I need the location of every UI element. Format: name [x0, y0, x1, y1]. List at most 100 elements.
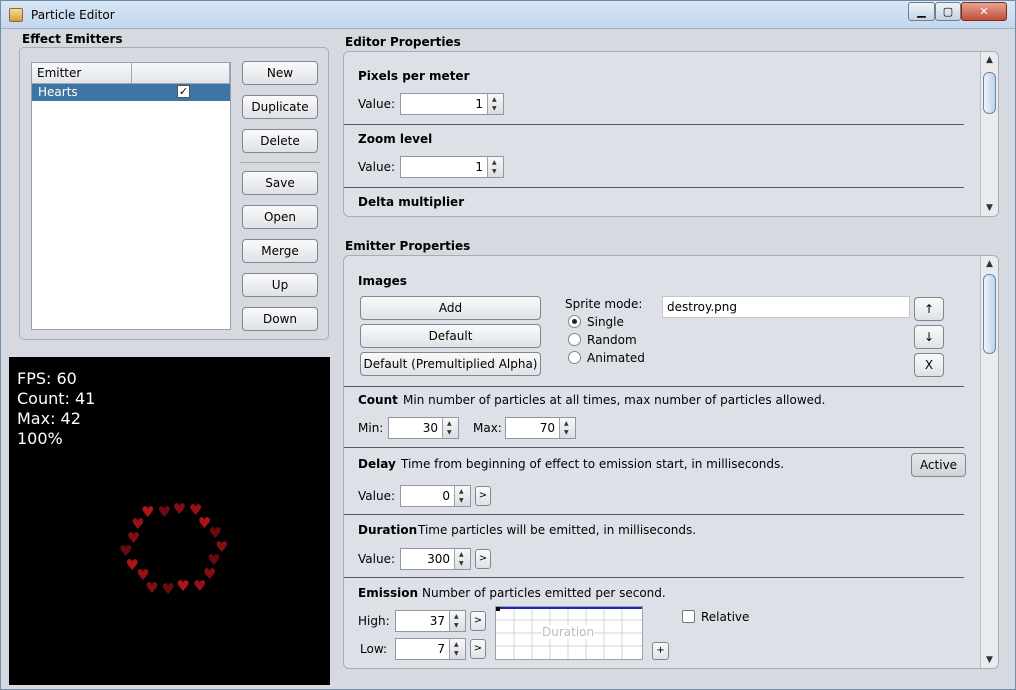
editor-properties-scrollbar[interactable]: ▲ ▼ — [980, 52, 998, 216]
pixels-per-meter-value: 1 — [475, 97, 483, 111]
scroll-thumb[interactable] — [983, 72, 996, 114]
spin-down-icon[interactable]: ▼ — [459, 497, 464, 504]
spinner-arrows[interactable]: ▲ ▼ — [449, 611, 465, 631]
spin-up-icon[interactable]: ▲ — [454, 641, 459, 648]
spin-up-icon[interactable]: ▲ — [447, 420, 452, 427]
open-button[interactable]: Open — [242, 205, 318, 229]
scroll-up-icon[interactable]: ▲ — [981, 256, 998, 272]
duration-value: 300 — [427, 552, 450, 566]
delay-value-spinner[interactable]: 0 ▲ ▼ — [400, 485, 471, 507]
emission-high-spinner[interactable]: 37 ▲ ▼ — [395, 610, 466, 632]
spin-up-icon[interactable]: ▲ — [459, 551, 464, 558]
image-file-list[interactable]: destroy.png — [662, 296, 910, 318]
down-button[interactable]: Down — [242, 307, 318, 331]
emission-title: Emission — [358, 586, 418, 600]
spin-up-icon[interactable]: ▲ — [492, 159, 497, 166]
spinner-arrows[interactable]: ▲ ▼ — [449, 639, 465, 659]
count-min-value: 30 — [422, 421, 438, 435]
zoom-level-title: Zoom level — [358, 132, 433, 146]
zoom-level-spinner[interactable]: 1 ▲ ▼ — [400, 156, 504, 178]
delay-expand-button[interactable]: > — [475, 486, 491, 506]
emission-graph[interactable]: Duration — [495, 606, 643, 660]
merge-button[interactable]: Merge — [242, 239, 318, 263]
spinner-arrows[interactable]: ▲ ▼ — [559, 418, 575, 438]
section-divider — [344, 577, 964, 578]
count-readout: Count: 41 — [17, 389, 96, 408]
pixels-per-meter-spinner[interactable]: 1 ▲ ▼ — [400, 93, 504, 115]
preview-canvas[interactable]: FPS: 60 Count: 41 Max: 42 100% ♥ ♥ ♥ ♥ ♥ ♥ ♥ ♥ ♥… — [9, 357, 330, 685]
delta-multiplier-title: Delta multiplier — [358, 195, 465, 209]
spin-down-icon[interactable]: ▼ — [492, 105, 497, 112]
heart-particle: ♥ — [172, 499, 187, 518]
move-image-down-button[interactable]: ↓ — [914, 325, 944, 349]
spinner-arrows[interactable]: ▲ ▼ — [442, 418, 458, 438]
spin-down-icon[interactable]: ▼ — [454, 650, 459, 657]
scroll-thumb[interactable] — [983, 274, 996, 354]
emission-low-spinner[interactable]: 7 ▲ ▼ — [395, 638, 466, 660]
count-description: Min number of particles at all times, ma… — [403, 393, 826, 407]
count-min-spinner[interactable]: 30 ▲ ▼ — [388, 417, 459, 439]
scroll-up-icon[interactable]: ▲ — [981, 52, 998, 68]
spinner-arrows[interactable]: ▲ ▼ — [487, 94, 503, 114]
delay-active-toggle[interactable]: Active — [911, 453, 966, 477]
save-button[interactable]: Save — [242, 171, 318, 195]
close-button[interactable]: ✕ — [961, 2, 1007, 21]
spin-down-icon[interactable]: ▼ — [459, 560, 464, 567]
emitter-column-header[interactable]: Emitter — [32, 63, 132, 84]
emitter-enabled-checkbox[interactable]: ✓ — [177, 85, 190, 98]
emission-high-value: 37 — [429, 614, 445, 628]
count-max-spinner[interactable]: 70 ▲ ▼ — [505, 417, 576, 439]
heart-particle: ♥ — [140, 503, 155, 522]
up-button[interactable]: Up — [242, 273, 318, 297]
title-bar: Particle Editor ▁ ▢ ✕ — [1, 1, 1015, 29]
maximize-button[interactable]: ▢ — [935, 2, 961, 21]
spin-down-icon[interactable]: ▼ — [447, 429, 452, 436]
spin-down-icon[interactable]: ▼ — [454, 622, 459, 629]
effect-emitters-title: Effect Emitters — [22, 32, 123, 46]
emission-low-expand-button[interactable]: > — [470, 639, 486, 659]
duration-title: Duration — [358, 523, 418, 537]
duration-value-spinner[interactable]: 300 ▲ ▼ — [400, 548, 471, 570]
spinner-arrows[interactable]: ▲ ▼ — [454, 486, 470, 506]
emission-high-expand-button[interactable]: > — [470, 611, 486, 631]
delete-button[interactable]: Delete — [242, 129, 318, 153]
minimize-button[interactable]: ▁ — [908, 2, 935, 21]
add-point-button[interactable]: + — [652, 642, 669, 660]
emitter-table[interactable]: Emitter Hearts ✓ — [31, 62, 231, 330]
spinner-arrows[interactable]: ▲ ▼ — [487, 157, 503, 177]
default-premultiplied-button[interactable]: Default (Premultiplied Alpha) — [360, 352, 541, 376]
heart-particle: ♥ — [176, 576, 190, 595]
scroll-down-icon[interactable]: ▼ — [981, 652, 998, 668]
add-image-button[interactable]: Add — [360, 296, 541, 320]
emission-graph-label: Duration — [542, 625, 595, 639]
section-divider — [344, 447, 964, 448]
sprite-mode-random-radio[interactable] — [568, 333, 581, 346]
scroll-down-icon[interactable]: ▼ — [981, 200, 998, 216]
move-image-up-button[interactable]: ↑ — [914, 297, 944, 321]
spin-up-icon[interactable]: ▲ — [492, 96, 497, 103]
new-button[interactable]: New — [242, 61, 318, 85]
emission-high-label: High: — [358, 614, 390, 628]
fps-readout: FPS: 60 — [17, 369, 77, 388]
heart-particle: ♥ — [126, 528, 141, 547]
emitter-row-hearts[interactable]: Hearts ✓ — [32, 84, 230, 101]
spinner-arrows[interactable]: ▲ ▼ — [454, 549, 470, 569]
sprite-mode-animated-radio[interactable] — [568, 351, 581, 364]
duplicate-button[interactable]: Duplicate — [242, 95, 318, 119]
spin-down-icon[interactable]: ▼ — [564, 429, 569, 436]
spin-down-icon[interactable]: ▼ — [492, 168, 497, 175]
emitter-properties-scrollbar[interactable]: ▲ ▼ — [980, 256, 998, 668]
enabled-column-header[interactable] — [132, 63, 230, 84]
duration-expand-button[interactable]: > — [475, 549, 491, 569]
editor-properties-panel: Pixels per meter Value: 1 ▲ ▼ Zoom level … — [343, 51, 999, 217]
remove-image-button[interactable]: X — [914, 353, 944, 377]
spin-up-icon[interactable]: ▲ — [454, 613, 459, 620]
heart-particle: ♥ — [214, 537, 229, 556]
duration-value-label: Value: — [358, 552, 395, 566]
spin-up-icon[interactable]: ▲ — [564, 420, 569, 427]
sprite-mode-single-radio[interactable] — [568, 315, 581, 328]
default-image-button[interactable]: Default — [360, 324, 541, 348]
relative-checkbox[interactable] — [682, 610, 695, 623]
spin-up-icon[interactable]: ▲ — [459, 488, 464, 495]
emitter-properties-title: Emitter Properties — [345, 239, 471, 253]
